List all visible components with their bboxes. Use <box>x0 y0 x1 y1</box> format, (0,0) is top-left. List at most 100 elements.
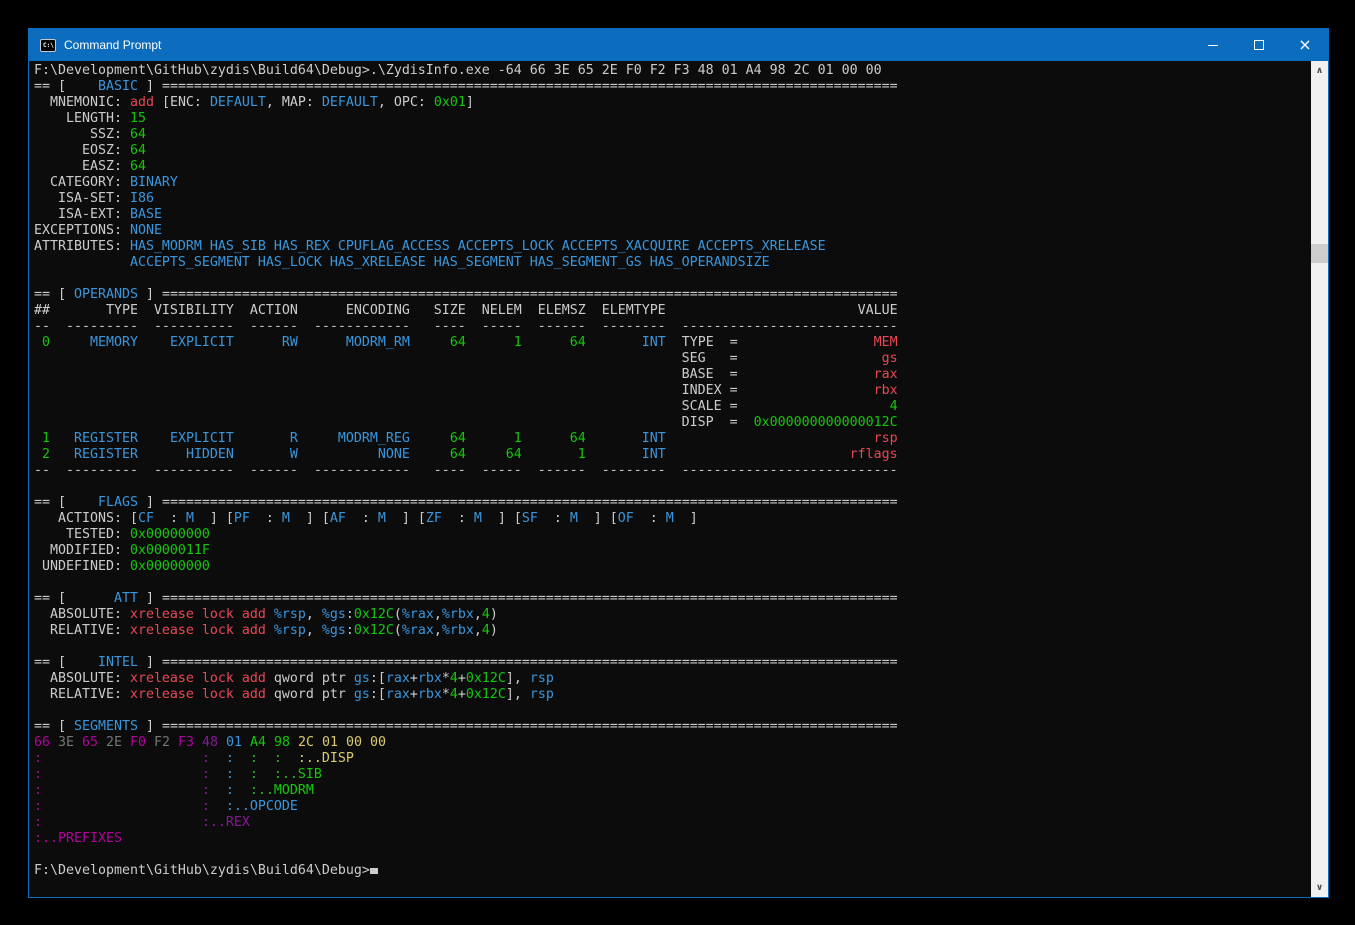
terminal-line: -- --------- ---------- ------ ---------… <box>34 463 1311 479</box>
terminal-text: DISP = <box>34 415 738 430</box>
terminal-text: == [ <box>34 287 74 302</box>
terminal-text: == [ <box>34 591 114 606</box>
maximize-button[interactable] <box>1236 29 1282 61</box>
close-icon: × <box>1298 37 1311 53</box>
terminal-line: SSZ: 64 <box>34 127 1311 143</box>
titlebar[interactable]: C:\ Command Prompt × <box>29 29 1328 61</box>
terminal-text <box>666 447 850 462</box>
terminal-line: 0 MEMORY EXPLICIT RW MODRM_RM 64 1 64 IN… <box>34 335 1311 351</box>
terminal-text: BASIC <box>98 79 138 94</box>
terminal-text: INT <box>586 431 666 446</box>
terminal-text: BINARY <box>130 175 178 190</box>
terminal-text: HIDDEN <box>138 447 234 462</box>
terminal-line: MNEMONIC: add [ENC: DEFAULT, MAP: DEFAUL… <box>34 95 1311 111</box>
terminal-text: :..OPCODE <box>226 799 298 814</box>
terminal-text: + <box>458 687 466 702</box>
terminal-text: rax <box>386 687 410 702</box>
scrollbar[interactable]: ∧ ∨ <box>1311 61 1328 897</box>
terminal-text: TYPE = <box>666 335 738 350</box>
terminal-text <box>210 751 226 766</box>
terminal-line: MODIFIED: 0x0000011F <box>34 543 1311 559</box>
terminal-line: ACTIONS: [CF : M ] [PF : M ] [AF : M ] [… <box>34 511 1311 527</box>
minimize-button[interactable] <box>1190 29 1236 61</box>
terminal-text: ========================================… <box>162 79 898 94</box>
terminal-text: : <box>34 799 42 814</box>
terminal-text: ) <box>490 623 498 638</box>
terminal-line: LENGTH: 15 <box>34 111 1311 127</box>
terminal-text: :..SIB <box>274 767 322 782</box>
terminal-text: 0x000000000000012C <box>754 415 898 430</box>
terminal-text: %rax <box>402 607 434 622</box>
terminal-text: xrelease lock add <box>130 671 266 686</box>
terminal-text: FLAGS <box>98 495 138 510</box>
terminal-text: AF <box>330 511 346 526</box>
terminal-text: : <box>538 511 570 526</box>
terminal-text: :..MODRM <box>250 783 314 798</box>
terminal-text: 64 <box>466 447 522 462</box>
terminal-text: 64 <box>130 143 146 158</box>
terminal-text: : <box>346 511 378 526</box>
terminal-text: 64 <box>410 335 466 350</box>
terminal-text: %gs <box>322 607 346 622</box>
terminal-line: : : : :..MODRM <box>34 783 1311 799</box>
terminal-text <box>266 623 274 638</box>
terminal-text: EXPLICIT <box>138 431 234 446</box>
cmd-icon: C:\ <box>40 39 56 52</box>
terminal-text <box>738 415 754 430</box>
terminal-line: RELATIVE: xrelease lock add %rsp, %gs:0x… <box>34 623 1311 639</box>
terminal-text: 1 <box>466 431 522 446</box>
terminal-text: DEFAULT <box>322 95 378 110</box>
minimize-icon <box>1208 45 1218 46</box>
terminal-text: : <box>250 751 258 766</box>
terminal-text: I86 <box>130 191 154 206</box>
terminal-text: 3E <box>58 735 82 750</box>
terminal-text: 0x01 <box>434 95 466 110</box>
terminal-line: F:\Development\GitHub\zydis\Build64\Debu… <box>34 63 1311 79</box>
terminal-text: RELATIVE: <box>34 687 130 702</box>
terminal-text: :[ <box>370 687 386 702</box>
terminal-text <box>210 767 226 782</box>
terminal-text: 0x12C <box>466 671 506 686</box>
terminal-text: EXCEPTIONS: <box>34 223 130 238</box>
terminal-text: gs <box>882 351 898 366</box>
close-button[interactable]: × <box>1282 29 1328 61</box>
terminal-line: == [ INTEL ] ===========================… <box>34 655 1311 671</box>
terminal-text: rflags <box>850 447 898 462</box>
terminal-text: M <box>474 511 482 526</box>
terminal-text: MODRM_RM <box>298 335 410 350</box>
terminal-text <box>42 767 202 782</box>
terminal-text: REGISTER <box>50 447 138 462</box>
terminal-output[interactable]: F:\Development\GitHub\zydis\Build64\Debu… <box>29 61 1311 897</box>
terminal-text: %rsp <box>274 607 306 622</box>
terminal-text <box>738 399 890 414</box>
terminal-text: 0x12C <box>354 623 394 638</box>
scroll-down-icon[interactable]: ∨ <box>1311 879 1328 896</box>
terminal-line: == [ FLAGS ] ===========================… <box>34 495 1311 511</box>
terminal-text: gs <box>354 671 370 686</box>
terminal-text: R <box>234 431 298 446</box>
terminal-text <box>42 783 202 798</box>
terminal-text: 4 <box>890 399 898 414</box>
terminal-text: ] [ <box>290 511 330 526</box>
terminal-text: 0 <box>34 335 50 350</box>
terminal-text: ========================================… <box>162 591 898 606</box>
terminal-text: : <box>346 623 354 638</box>
terminal-text: F3 <box>178 735 202 750</box>
terminal-text: -- --------- ---------- ------ ---------… <box>34 463 898 478</box>
terminal-text: EXPLICIT <box>138 335 234 350</box>
terminal-text: : <box>34 783 42 798</box>
terminal-text: + <box>410 671 418 686</box>
scroll-up-icon[interactable]: ∧ <box>1311 62 1328 79</box>
scrollbar-thumb[interactable] <box>1311 244 1328 263</box>
terminal-text: ] <box>138 287 162 302</box>
terminal-text: == [ <box>34 79 98 94</box>
terminal-text: , <box>306 623 322 638</box>
terminal-text: : <box>34 767 42 782</box>
terminal-text: ISA-EXT: <box>34 207 130 222</box>
terminal-line: ## TYPE VISIBILITY ACTION ENCODING SIZE … <box>34 303 1311 319</box>
terminal-text: : <box>274 751 282 766</box>
terminal-text: 0x12C <box>466 687 506 702</box>
terminal-text <box>738 335 874 350</box>
terminal-text: : <box>154 511 186 526</box>
terminal-text: :..DISP <box>298 751 354 766</box>
